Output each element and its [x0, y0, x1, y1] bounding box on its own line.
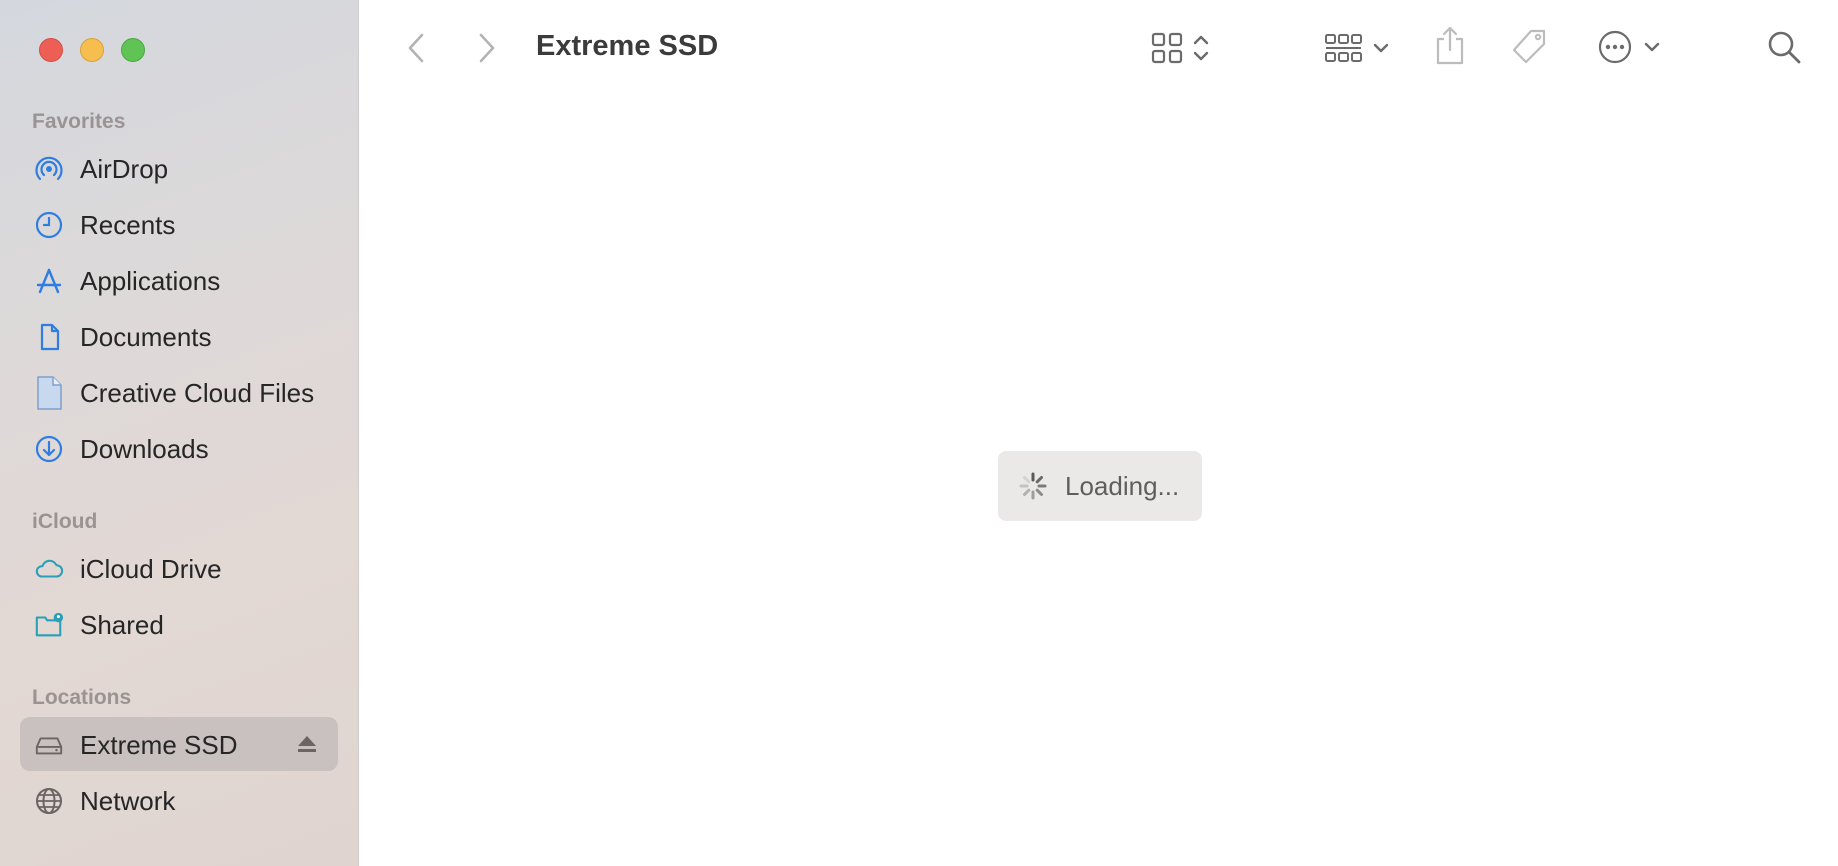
- airdrop-icon: [34, 154, 64, 184]
- chevron-right-icon: [477, 32, 497, 69]
- sidebar-item-label: Creative Cloud Files: [80, 378, 315, 408]
- view-mode-button[interactable]: [1142, 30, 1218, 70]
- sidebar: Favorites AirDrop Recents Applications D…: [0, 0, 359, 866]
- chevron-up-down-icon: [1192, 32, 1210, 69]
- clock-icon: [34, 210, 64, 240]
- sidebar-item-label: Network: [80, 786, 176, 816]
- sidebar-item-documents[interactable]: Documents: [20, 309, 338, 363]
- sidebar-item-label: AirDrop: [80, 154, 169, 184]
- minimize-window-button[interactable]: [80, 38, 104, 62]
- sidebar-item-label: Extreme SSD: [80, 730, 238, 760]
- window-title: Extreme SSD: [536, 30, 719, 62]
- section-title-locations: Locations: [32, 686, 132, 709]
- sidebar-item-label: Downloads: [80, 434, 209, 464]
- tag-icon: [1509, 27, 1549, 72]
- search-icon: [1766, 29, 1802, 70]
- sidebar-item-label: Documents: [80, 322, 212, 352]
- sidebar-item-label: iCloud Drive: [80, 554, 222, 584]
- sidebar-item-extreme-ssd[interactable]: Extreme SSD: [20, 717, 338, 771]
- close-window-button[interactable]: [39, 38, 63, 62]
- section-title-icloud: iCloud: [32, 510, 98, 533]
- group-button[interactable]: [1318, 30, 1396, 70]
- sidebar-item-shared[interactable]: Shared: [20, 597, 338, 651]
- drive-icon: [34, 730, 64, 760]
- chevron-down-icon: [1643, 40, 1661, 59]
- chevron-down-icon: [1372, 41, 1390, 60]
- sidebar-item-label: Recents: [80, 210, 176, 240]
- tag-button[interactable]: [1508, 28, 1550, 70]
- action-menu-button[interactable]: [1594, 28, 1664, 70]
- group-grid-icon: [1324, 31, 1364, 70]
- search-button[interactable]: [1764, 28, 1804, 70]
- sidebar-item-label: Shared: [80, 610, 164, 640]
- sidebar-item-creative-cloud-files[interactable]: Creative Cloud Files: [20, 365, 338, 419]
- chevron-left-icon: [406, 32, 426, 69]
- spinner-icon: [1018, 471, 1048, 501]
- sidebar-item-downloads[interactable]: Downloads: [20, 421, 338, 475]
- share-icon: [1433, 25, 1467, 72]
- icon-grid-icon: [1150, 31, 1184, 70]
- shared-folder-icon: [34, 610, 64, 640]
- ellipsis-circle-icon: [1597, 29, 1633, 70]
- eject-icon[interactable]: [296, 733, 318, 755]
- sidebar-item-applications[interactable]: Applications: [20, 253, 338, 307]
- sidebar-item-label: Applications: [80, 266, 221, 296]
- cloud-icon: [34, 554, 64, 584]
- sidebar-item-recents[interactable]: Recents: [20, 197, 338, 251]
- sidebar-item-network[interactable]: Network: [20, 773, 338, 827]
- download-icon: [34, 434, 64, 464]
- file-icon: [34, 376, 64, 410]
- maximize-window-button[interactable]: [121, 38, 145, 62]
- share-button[interactable]: [1432, 26, 1468, 70]
- forward-button[interactable]: [471, 28, 503, 72]
- finder-window: Favorites AirDrop Recents Applications D…: [0, 0, 1838, 866]
- applications-icon: [34, 266, 64, 296]
- globe-icon: [34, 786, 64, 816]
- section-title-favorites: Favorites: [32, 110, 126, 133]
- sidebar-item-airdrop[interactable]: AirDrop: [20, 141, 338, 195]
- loading-indicator: Loading...: [998, 451, 1202, 521]
- document-icon: [34, 322, 64, 352]
- loading-text: Loading...: [1065, 471, 1180, 501]
- back-button[interactable]: [400, 28, 432, 72]
- sidebar-item-icloud-drive[interactable]: iCloud Drive: [20, 541, 338, 595]
